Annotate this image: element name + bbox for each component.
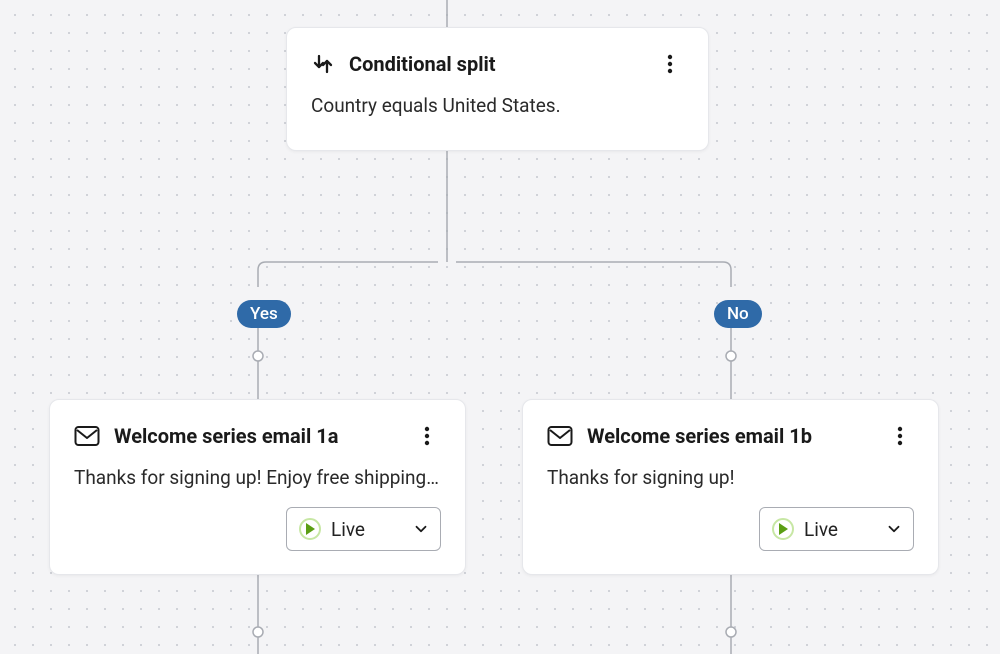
- card-description: Thanks for signing up!: [547, 466, 914, 489]
- card-title: Welcome series email 1a: [114, 424, 399, 448]
- branch-label-no: No: [714, 300, 762, 328]
- status-label: Live: [331, 518, 402, 541]
- branch-label-yes: Yes: [237, 300, 291, 328]
- play-icon: [299, 518, 321, 540]
- chevron-down-icon: [885, 520, 903, 538]
- card-title: Conditional split: [349, 52, 642, 76]
- status-label: Live: [804, 518, 875, 541]
- play-icon: [772, 518, 794, 540]
- status-dropdown[interactable]: Live: [759, 507, 914, 551]
- more-menu-button[interactable]: [413, 422, 441, 450]
- email-icon: [547, 425, 573, 447]
- card-header: Conditional split: [311, 50, 684, 78]
- email-card-1a[interactable]: Welcome series email 1a Thanks for signi…: [49, 399, 466, 575]
- email-icon: [74, 425, 100, 447]
- card-header: Welcome series email 1a: [74, 422, 441, 450]
- split-icon: [311, 52, 335, 76]
- more-menu-button[interactable]: [886, 422, 914, 450]
- card-description: Thanks for signing up! Enjoy free shippi…: [74, 466, 441, 489]
- more-menu-button[interactable]: [656, 50, 684, 78]
- card-description: Country equals United States.: [311, 94, 684, 117]
- conditional-split-card[interactable]: Conditional split Country equals United …: [286, 27, 709, 151]
- card-title: Welcome series email 1b: [587, 424, 872, 448]
- email-card-1b[interactable]: Welcome series email 1b Thanks for signi…: [522, 399, 939, 575]
- chevron-down-icon: [412, 520, 430, 538]
- status-dropdown[interactable]: Live: [286, 507, 441, 551]
- card-header: Welcome series email 1b: [547, 422, 914, 450]
